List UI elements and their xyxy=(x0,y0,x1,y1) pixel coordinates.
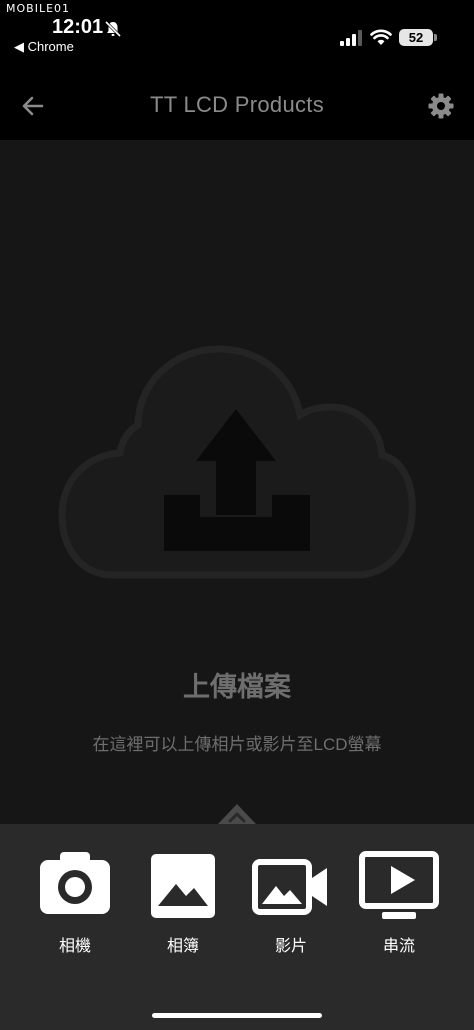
bottom-action-sheet: 相機 相簿 影片 串流 xyxy=(0,824,474,1030)
camera-button[interactable]: 相機 xyxy=(30,850,120,955)
video-label: 影片 xyxy=(274,938,307,955)
cloud-upload-icon xyxy=(58,345,416,579)
photo-album-icon xyxy=(151,854,215,918)
signal-icon xyxy=(340,30,362,46)
video-button[interactable]: 影片 xyxy=(246,850,336,955)
upload-area: 上傳檔案 在這裡可以上傳相片或影片至LCD螢幕 xyxy=(0,140,474,824)
photo-album-label: 相簿 xyxy=(166,938,199,955)
photo-album-button[interactable]: 相簿 xyxy=(138,850,228,955)
battery-tip xyxy=(434,34,437,41)
upload-subtitle: 在這裡可以上傳相片或影片至LCD螢幕 xyxy=(92,735,382,754)
streaming-play-icon xyxy=(359,851,439,919)
nav-bar: TT LCD Products xyxy=(0,62,474,140)
chevron-up-icon[interactable] xyxy=(218,804,256,824)
streaming-label: 串流 xyxy=(382,938,415,955)
status-bar: MOBILE01 12:01 ◀ Chrome 52 xyxy=(0,0,474,62)
wifi-icon xyxy=(370,29,392,45)
status-time: 12:01 xyxy=(52,16,104,38)
home-indicator[interactable] xyxy=(152,1013,322,1018)
watermark: MOBILE01 xyxy=(6,2,71,15)
mute-bell-icon xyxy=(104,20,122,38)
camera-icon xyxy=(40,852,110,914)
back-to-app-link[interactable]: ◀ Chrome xyxy=(14,39,74,55)
battery-icon: 52 xyxy=(399,29,433,46)
page-title: TT LCD Products xyxy=(149,92,325,117)
upload-title: 上傳檔案 xyxy=(183,672,291,702)
gear-icon[interactable] xyxy=(427,92,455,120)
streaming-button[interactable]: 串流 xyxy=(354,850,444,955)
video-camera-icon xyxy=(252,859,327,915)
camera-label: 相機 xyxy=(58,938,91,955)
